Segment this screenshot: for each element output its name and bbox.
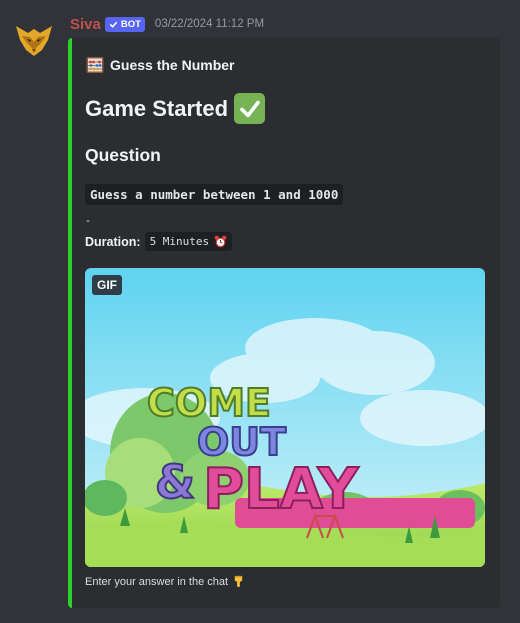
abacus-icon: [86, 57, 104, 73]
message-timestamp[interactable]: 03/22/2024 11:12 PM: [155, 18, 264, 30]
embed-author: Guess the Number: [86, 56, 234, 74]
wolf-avatar-icon: [16, 26, 52, 56]
pointing-down-icon: [234, 575, 243, 588]
alarm-clock-icon: [214, 235, 227, 248]
field-name-question: Question: [85, 145, 161, 165]
gif-badge: GIF: [92, 275, 122, 295]
check-mark-icon: [234, 93, 266, 124]
come-out-and-play-illustration: COME OUT & PLAY: [85, 268, 485, 567]
embed-title: Game Started: [85, 93, 266, 124]
duration-value: 5 Minutes: [144, 232, 233, 251]
duration-value-text: 5 Minutes: [149, 235, 210, 248]
gif-word-come: COME: [147, 381, 271, 425]
gif-word-play: PLAY: [203, 457, 360, 522]
message-header: Siva BOT 03/22/2024 11:12 PM: [70, 15, 264, 33]
gif-image[interactable]: COME OUT & PLAY GIF: [85, 268, 485, 567]
user-avatar[interactable]: [14, 20, 54, 60]
username[interactable]: Siva: [70, 16, 101, 33]
verified-check-icon: [109, 21, 118, 28]
gif-word-and: &: [155, 455, 195, 509]
separator-text: -: [86, 213, 90, 227]
bot-badge-label: BOT: [120, 18, 141, 30]
embed-card: Guess the Number Game Started Question G…: [68, 38, 500, 608]
duration-label: Duration:: [85, 234, 141, 249]
bot-badge: BOT: [104, 16, 145, 32]
question-code-block: Guess a number between 1 and 1000: [85, 184, 344, 205]
embed-author-name: Guess the Number: [110, 57, 235, 73]
footer-text: Enter your answer in the chat: [85, 575, 229, 588]
embed-title-text: Game Started: [85, 95, 229, 121]
duration-field: Duration: 5 Minutes: [85, 232, 233, 251]
embed-footer: Enter your answer in the chat: [85, 575, 245, 588]
